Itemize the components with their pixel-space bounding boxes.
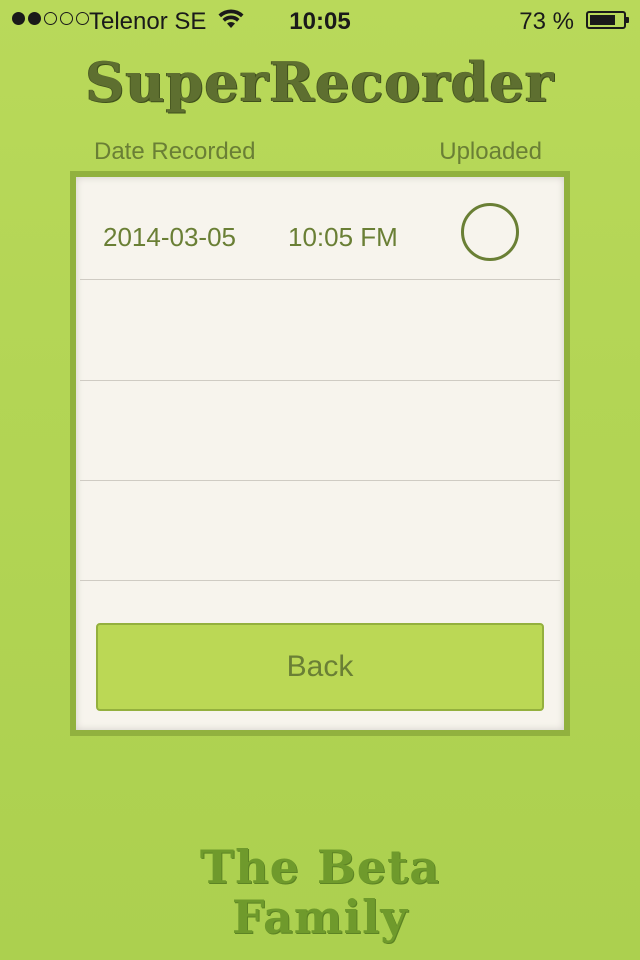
recordings-panel: 2014-03-05 10:05 FM Back [70, 171, 570, 736]
table-row [80, 480, 560, 581]
recording-time: 10:05 FM [288, 222, 398, 252]
footer-line-1: The Beta [199, 840, 441, 894]
circle-outline-icon[interactable] [461, 203, 519, 261]
footer-brand: The Beta Family [0, 842, 640, 942]
column-header-date: Date Recorded [94, 138, 256, 165]
battery-percent: 73 % [519, 8, 574, 35]
battery-icon [586, 11, 629, 29]
footer-line-2: Family [231, 890, 409, 944]
column-header-uploaded: Uploaded [439, 138, 542, 165]
app-title: SuperRecorder [85, 50, 555, 114]
back-button[interactable]: Back [96, 623, 544, 711]
table-row[interactable]: 2014-03-05 10:05 FM [80, 179, 560, 280]
recording-date: 2014-03-05 [103, 222, 236, 252]
table-row [80, 380, 560, 481]
status-bar: Telenor SE 10:05 73 % [0, 0, 640, 40]
table-row [80, 280, 560, 381]
